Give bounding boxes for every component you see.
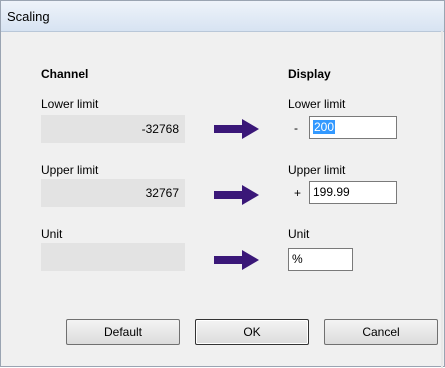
window-edge bbox=[441, 31, 443, 368]
title-bar[interactable]: Scaling bbox=[1, 1, 444, 32]
channel-upper-limit-label: Upper limit bbox=[41, 163, 99, 177]
cancel-button[interactable]: Cancel bbox=[324, 319, 438, 345]
display-unit-label: Unit bbox=[288, 227, 310, 241]
display-lower-limit-input[interactable]: 200 bbox=[309, 116, 397, 139]
right-arrow-icon bbox=[214, 119, 259, 139]
display-upper-limit-label: Upper limit bbox=[288, 163, 346, 177]
right-arrow-icon bbox=[214, 250, 259, 270]
channel-lower-limit-value: -32768 bbox=[41, 115, 185, 143]
right-arrow-icon bbox=[214, 185, 259, 205]
scaling-dialog: Scaling Channel Display Lower limit -327… bbox=[0, 0, 445, 368]
channel-header: Channel bbox=[41, 67, 89, 81]
channel-upper-limit-value: 32767 bbox=[41, 179, 185, 207]
display-lower-sign: - bbox=[294, 121, 298, 135]
display-lower-limit-selected-text: 200 bbox=[313, 120, 336, 134]
channel-unit-value bbox=[41, 243, 185, 271]
display-header: Display bbox=[288, 67, 331, 81]
display-lower-limit-label: Lower limit bbox=[288, 97, 346, 111]
default-button[interactable]: Default bbox=[66, 319, 180, 345]
display-upper-sign: + bbox=[294, 186, 302, 200]
display-upper-limit-input[interactable]: 199.99 bbox=[309, 181, 397, 204]
ok-button[interactable]: OK bbox=[195, 319, 309, 345]
window-title: Scaling bbox=[7, 9, 50, 24]
display-unit-input[interactable]: % bbox=[288, 248, 353, 271]
channel-unit-label: Unit bbox=[41, 227, 63, 241]
channel-lower-limit-label: Lower limit bbox=[41, 97, 99, 111]
